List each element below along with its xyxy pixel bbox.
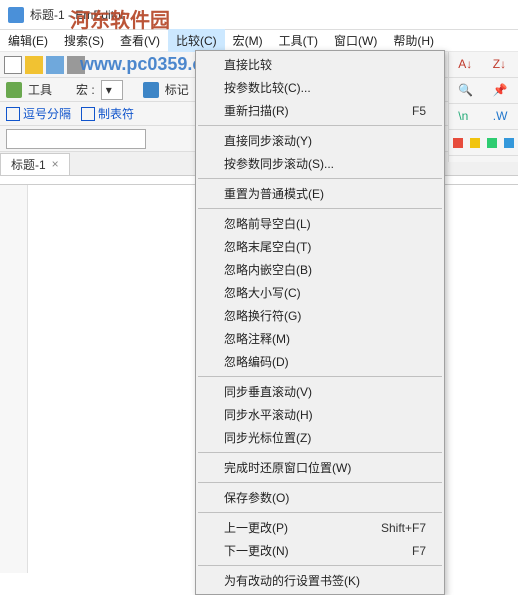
menu-item-label: 忽略内嵌空白(B) bbox=[224, 261, 312, 278]
menu-item-label: 同步光标位置(Z) bbox=[224, 429, 311, 446]
menu-item-23[interactable]: 保存参数(O) bbox=[196, 486, 444, 509]
sort-za-icon[interactable]: Z↓ bbox=[493, 57, 509, 73]
menu-item-4[interactable]: 直接同步滚动(Y) bbox=[196, 129, 444, 152]
mark-icon[interactable] bbox=[143, 82, 159, 98]
find-icon[interactable]: 🔍 bbox=[458, 83, 474, 99]
combo-1[interactable] bbox=[6, 129, 146, 149]
menu-item-label: 忽略编码(D) bbox=[224, 353, 289, 370]
menu-item-label: 完成时还原窗口位置(W) bbox=[224, 459, 351, 476]
menu-3[interactable]: 比较(C) bbox=[168, 29, 225, 52]
menu-separator bbox=[198, 208, 442, 209]
menu-item-label: 保存参数(O) bbox=[224, 489, 289, 506]
menu-separator bbox=[198, 452, 442, 453]
menu-item-label: 忽略注释(M) bbox=[224, 330, 290, 347]
pin-icon[interactable]: 📌 bbox=[493, 83, 509, 99]
macro-combo[interactable]: ▾ bbox=[101, 80, 123, 100]
menu-7[interactable]: 帮助(H) bbox=[385, 29, 442, 52]
menu-item-label: 按参数比较(C)... bbox=[224, 79, 311, 96]
menu-item-label: 直接同步滚动(Y) bbox=[224, 132, 312, 149]
menu-6[interactable]: 窗口(W) bbox=[326, 29, 385, 52]
csv-comma[interactable]: 逗号分隔 bbox=[6, 105, 71, 122]
menu-item-label: 同步水平滚动(H) bbox=[224, 406, 313, 423]
menu-item-7[interactable]: 重置为普通模式(E) bbox=[196, 182, 444, 205]
new-icon[interactable] bbox=[4, 56, 22, 74]
save-icon[interactable] bbox=[46, 56, 64, 74]
menu-5[interactable]: 工具(T) bbox=[271, 29, 326, 52]
menu-item-10[interactable]: 忽略末尾空白(T) bbox=[196, 235, 444, 258]
menu-item-label: 忽略前导空白(L) bbox=[224, 215, 311, 232]
open-icon[interactable] bbox=[25, 56, 43, 74]
menu-0[interactable]: 编辑(E) bbox=[0, 29, 56, 52]
menu-item-17[interactable]: 同步垂直滚动(V) bbox=[196, 380, 444, 403]
menu-item-1[interactable]: 按参数比较(C)... bbox=[196, 76, 444, 99]
color1-icon[interactable] bbox=[453, 138, 463, 148]
menu-item-label: 直接比较 bbox=[224, 56, 272, 73]
menu-item-0[interactable]: 直接比较 bbox=[196, 53, 444, 76]
color2-icon[interactable] bbox=[470, 138, 480, 148]
macro-label: 宏 : bbox=[76, 81, 95, 98]
menu-item-11[interactable]: 忽略内嵌空白(B) bbox=[196, 258, 444, 281]
menu-4[interactable]: 宏(M) bbox=[225, 29, 271, 52]
menu-item-label: 忽略末尾空白(T) bbox=[224, 238, 311, 255]
menu-separator bbox=[198, 125, 442, 126]
color4-icon[interactable] bbox=[504, 138, 514, 148]
menu-shortcut: F7 bbox=[412, 544, 426, 558]
tab-title: 标题-1 bbox=[11, 156, 46, 173]
side-toolbar: A↓ Z↓ 🔍 📌 \n .W bbox=[448, 52, 518, 162]
menu-item-label: 上一更改(P) bbox=[224, 519, 288, 536]
document-tab[interactable]: 标题-1 × bbox=[0, 153, 70, 175]
menu-item-label: 重新扫描(R) bbox=[224, 102, 289, 119]
color3-icon[interactable] bbox=[487, 138, 497, 148]
menu-item-14[interactable]: 忽略注释(M) bbox=[196, 327, 444, 350]
menu-item-label: 为有改动的行设置书签(K) bbox=[224, 572, 360, 589]
menu-item-5[interactable]: 按参数同步滚动(S)... bbox=[196, 152, 444, 175]
menu-item-label: 按参数同步滚动(S)... bbox=[224, 155, 334, 172]
menu-item-label: 下一更改(N) bbox=[224, 542, 289, 559]
csv-tab[interactable]: 制表符 bbox=[81, 105, 134, 122]
menu-item-26[interactable]: 下一更改(N) F7 bbox=[196, 539, 444, 562]
app-icon bbox=[8, 7, 24, 23]
close-icon[interactable]: × bbox=[52, 157, 59, 171]
menu-item-12[interactable]: 忽略大小写(C) bbox=[196, 281, 444, 304]
menu-item-18[interactable]: 同步水平滚动(H) bbox=[196, 403, 444, 426]
mark-label: 标记 bbox=[165, 81, 189, 98]
menu-item-label: 忽略换行符(G) bbox=[224, 307, 301, 324]
watermark-url: www.pc0359.cn bbox=[80, 54, 213, 75]
menu-item-label: 同步垂直滚动(V) bbox=[224, 383, 312, 400]
menu-separator bbox=[198, 178, 442, 179]
menu-shortcut: F5 bbox=[412, 104, 426, 118]
menu-item-21[interactable]: 完成时还原窗口位置(W) bbox=[196, 456, 444, 479]
menu-shortcut: Shift+F7 bbox=[381, 521, 426, 535]
compare-menu: 直接比较按参数比较(C)... 重新扫描(R) F5 直接同步滚动(Y) 按参数同步滚动… bbox=[195, 50, 445, 595]
sort-az-icon[interactable]: A↓ bbox=[458, 57, 474, 73]
menu-item-25[interactable]: 上一更改(P) Shift+F7 bbox=[196, 516, 444, 539]
watermark-cn: 河东软件园 bbox=[70, 4, 170, 33]
menu-separator bbox=[198, 512, 442, 513]
menubar: 编辑(E)搜索(S)查看(V)比较(C)宏(M)工具(T)窗口(W)帮助(H) bbox=[0, 30, 518, 52]
tool-label: 工具 bbox=[28, 81, 52, 98]
n-icon[interactable]: \n bbox=[458, 109, 474, 125]
line-gutter bbox=[0, 185, 28, 573]
menu-item-15[interactable]: 忽略编码(D) bbox=[196, 350, 444, 373]
menu-item-label: 重置为普通模式(E) bbox=[224, 185, 324, 202]
menu-item-9[interactable]: 忽略前导空白(L) bbox=[196, 212, 444, 235]
w-icon[interactable]: .W bbox=[493, 109, 509, 125]
menu-separator bbox=[198, 565, 442, 566]
menu-separator bbox=[198, 482, 442, 483]
menu-item-19[interactable]: 同步光标位置(Z) bbox=[196, 426, 444, 449]
menu-item-label: 忽略大小写(C) bbox=[224, 284, 301, 301]
menu-item-2[interactable]: 重新扫描(R) F5 bbox=[196, 99, 444, 122]
menu-item-28[interactable]: 为有改动的行设置书签(K) bbox=[196, 569, 444, 592]
tool-icon[interactable] bbox=[6, 82, 22, 98]
menu-separator bbox=[198, 376, 442, 377]
menu-item-13[interactable]: 忽略换行符(G) bbox=[196, 304, 444, 327]
